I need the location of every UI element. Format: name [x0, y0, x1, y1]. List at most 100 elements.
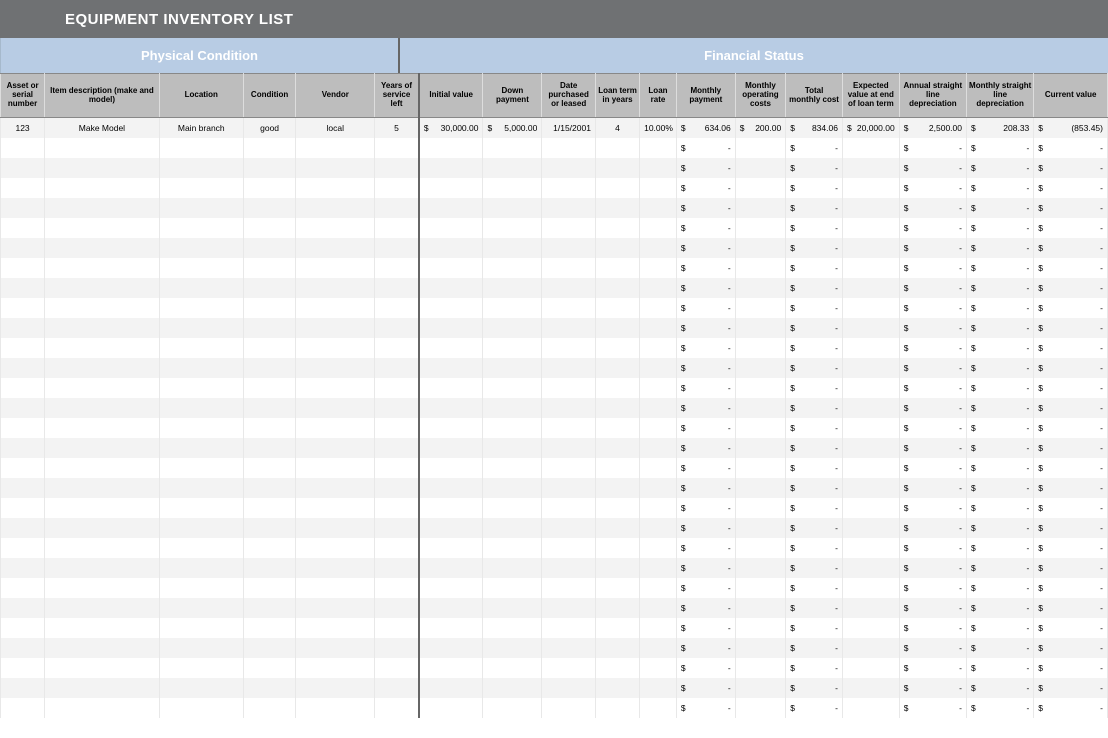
table-cell[interactable]: [542, 218, 596, 238]
table-cell[interactable]: [1, 418, 45, 438]
table-cell[interactable]: 1/15/2001: [542, 118, 596, 138]
table-cell[interactable]: $30,000.00: [419, 118, 483, 138]
table-cell[interactable]: [640, 558, 677, 578]
table-cell[interactable]: [1, 198, 45, 218]
table-cell[interactable]: $-: [676, 238, 735, 258]
table-cell[interactable]: [375, 558, 419, 578]
table-cell[interactable]: $-: [676, 678, 735, 698]
table-cell[interactable]: [419, 698, 483, 718]
table-cell[interactable]: [640, 138, 677, 158]
table-cell[interactable]: [735, 178, 785, 198]
table-cell[interactable]: $-: [899, 538, 966, 558]
table-cell[interactable]: [735, 438, 785, 458]
table-cell[interactable]: [542, 558, 596, 578]
table-cell[interactable]: [735, 198, 785, 218]
table-cell[interactable]: $-: [1034, 478, 1108, 498]
table-cell[interactable]: 123: [1, 118, 45, 138]
table-cell[interactable]: [640, 658, 677, 678]
table-cell[interactable]: $-: [786, 158, 843, 178]
table-cell[interactable]: [1, 138, 45, 158]
table-cell[interactable]: [735, 638, 785, 658]
table-cell[interactable]: [842, 438, 899, 458]
table-cell[interactable]: $-: [676, 178, 735, 198]
table-cell[interactable]: [483, 198, 542, 218]
table-cell[interactable]: [483, 558, 542, 578]
table-cell[interactable]: [419, 618, 483, 638]
table-cell[interactable]: 10.00%: [640, 118, 677, 138]
table-cell[interactable]: $-: [786, 698, 843, 718]
table-cell[interactable]: [483, 658, 542, 678]
table-cell[interactable]: [296, 618, 375, 638]
table-cell[interactable]: [296, 238, 375, 258]
table-cell[interactable]: [45, 638, 160, 658]
table-cell[interactable]: [296, 398, 375, 418]
table-cell[interactable]: [243, 218, 296, 238]
table-cell[interactable]: [640, 538, 677, 558]
table-cell[interactable]: $-: [676, 438, 735, 458]
table-cell[interactable]: [542, 358, 596, 378]
table-cell[interactable]: [595, 598, 639, 618]
table-cell[interactable]: [1, 258, 45, 278]
table-cell[interactable]: [1, 558, 45, 578]
table-cell[interactable]: $-: [899, 238, 966, 258]
table-cell[interactable]: 4: [595, 118, 639, 138]
table-cell[interactable]: [375, 338, 419, 358]
table-cell[interactable]: [483, 278, 542, 298]
table-cell[interactable]: [375, 638, 419, 658]
table-cell[interactable]: $-: [1034, 558, 1108, 578]
table-cell[interactable]: [375, 178, 419, 198]
table-cell[interactable]: $-: [786, 478, 843, 498]
table-cell[interactable]: [1, 518, 45, 538]
table-cell[interactable]: [1, 158, 45, 178]
table-cell[interactable]: [595, 198, 639, 218]
table-cell[interactable]: [243, 378, 296, 398]
table-cell[interactable]: [1, 678, 45, 698]
table-cell[interactable]: $-: [899, 138, 966, 158]
table-cell[interactable]: [243, 438, 296, 458]
table-cell[interactable]: [542, 278, 596, 298]
table-cell[interactable]: [45, 698, 160, 718]
table-cell[interactable]: $-: [1034, 358, 1108, 378]
table-cell[interactable]: [542, 478, 596, 498]
table-cell[interactable]: [842, 478, 899, 498]
table-cell[interactable]: [483, 638, 542, 658]
table-cell[interactable]: [419, 678, 483, 698]
table-cell[interactable]: [45, 518, 160, 538]
table-cell[interactable]: [640, 338, 677, 358]
table-cell[interactable]: [375, 158, 419, 178]
table-cell[interactable]: [243, 498, 296, 518]
table-cell[interactable]: [419, 178, 483, 198]
table-cell[interactable]: [243, 258, 296, 278]
table-cell[interactable]: $-: [676, 198, 735, 218]
table-cell[interactable]: $-: [786, 338, 843, 358]
table-cell[interactable]: [842, 158, 899, 178]
table-cell[interactable]: $-: [786, 138, 843, 158]
table-cell[interactable]: [159, 538, 243, 558]
table-cell[interactable]: [595, 138, 639, 158]
table-cell[interactable]: [842, 638, 899, 658]
table-cell[interactable]: [419, 338, 483, 358]
table-cell[interactable]: [842, 198, 899, 218]
table-cell[interactable]: $-: [899, 358, 966, 378]
table-cell[interactable]: $-: [786, 438, 843, 458]
table-cell[interactable]: [1, 278, 45, 298]
table-cell[interactable]: [243, 598, 296, 618]
table-cell[interactable]: [640, 458, 677, 478]
table-cell[interactable]: [45, 598, 160, 618]
table-cell[interactable]: [159, 298, 243, 318]
table-cell[interactable]: $-: [676, 658, 735, 678]
table-cell[interactable]: [296, 298, 375, 318]
table-cell[interactable]: [542, 498, 596, 518]
table-cell[interactable]: $-: [967, 378, 1034, 398]
table-cell[interactable]: [640, 618, 677, 638]
table-cell[interactable]: $-: [1034, 638, 1108, 658]
table-cell[interactable]: [159, 138, 243, 158]
table-cell[interactable]: [296, 558, 375, 578]
table-cell[interactable]: [159, 458, 243, 478]
table-cell[interactable]: [1, 338, 45, 358]
table-cell[interactable]: $-: [786, 278, 843, 298]
table-cell[interactable]: [640, 598, 677, 618]
table-cell[interactable]: [842, 238, 899, 258]
table-cell[interactable]: [419, 418, 483, 438]
table-cell[interactable]: [542, 198, 596, 218]
